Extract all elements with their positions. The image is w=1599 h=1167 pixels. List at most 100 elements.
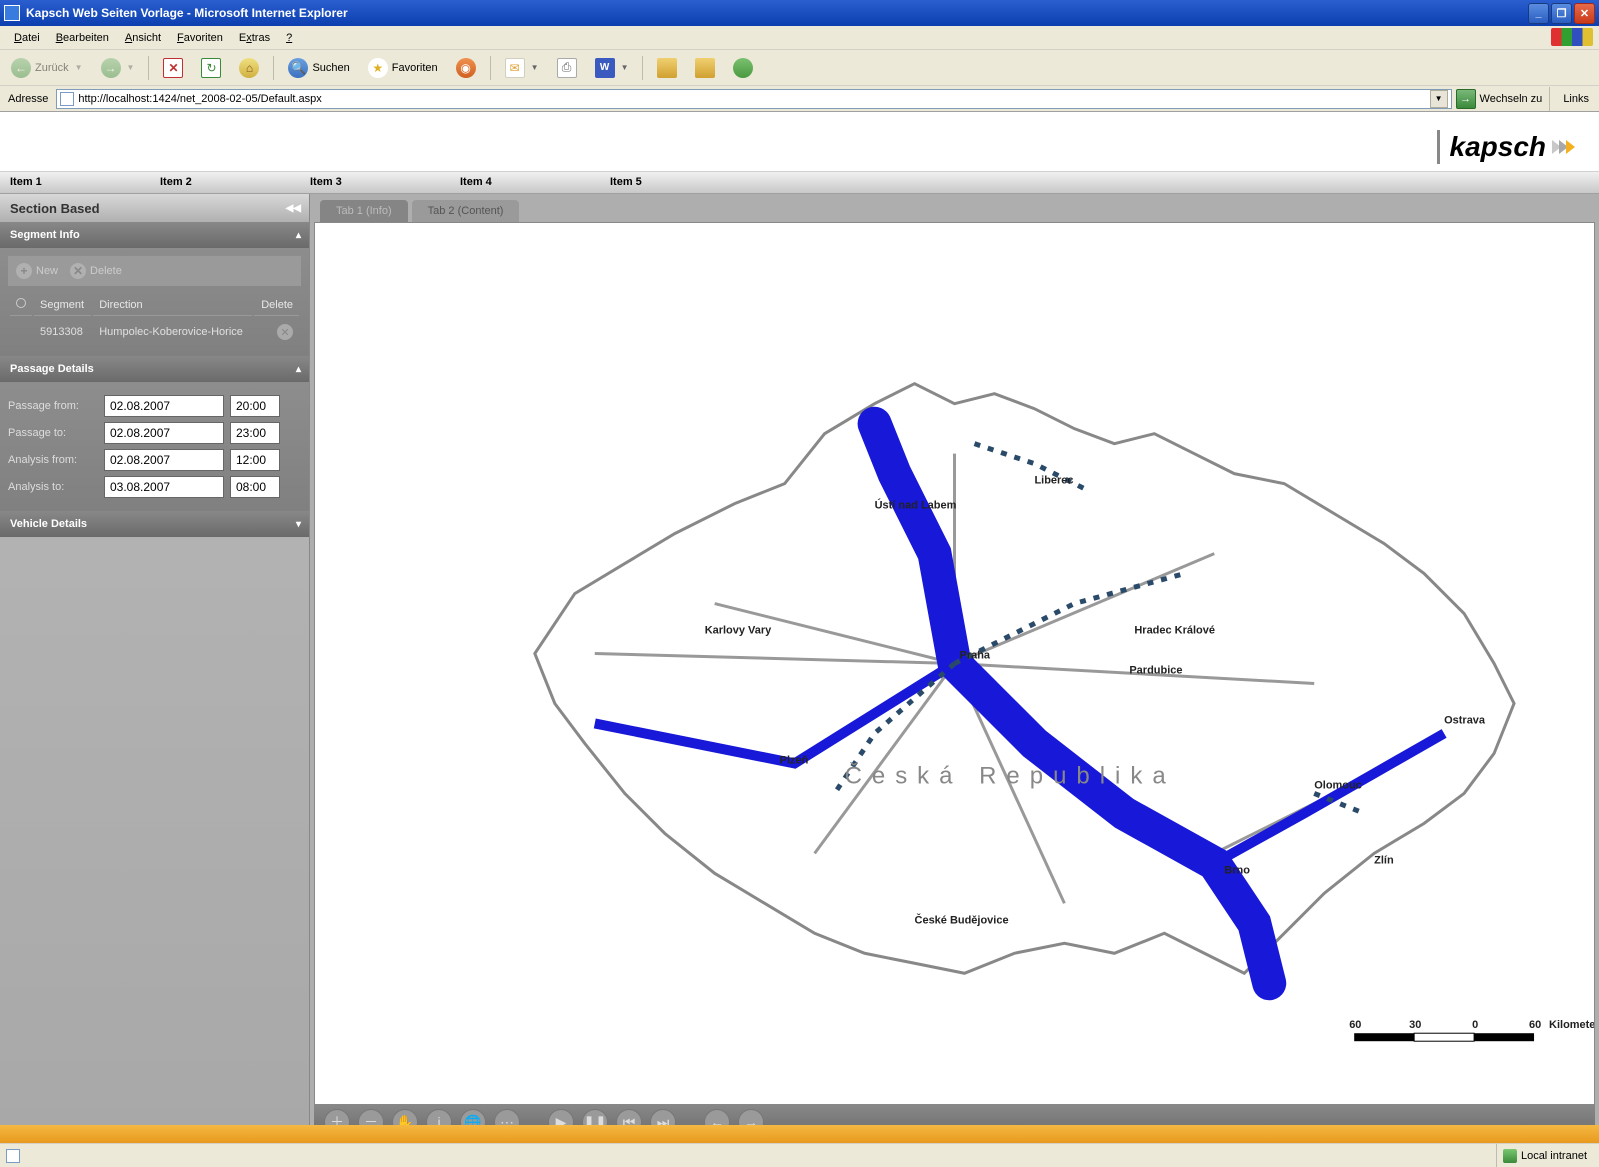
segment-info-header[interactable]: Segment Info ▴: [0, 222, 309, 248]
svg-text:Liberec: Liberec: [1034, 475, 1073, 487]
stop-button[interactable]: ✕: [156, 54, 190, 82]
svg-text:60: 60: [1349, 1019, 1361, 1031]
page-icon: [60, 92, 74, 106]
menu-ansicht[interactable]: Ansicht: [117, 29, 169, 47]
forward-button[interactable]: →▼: [94, 54, 142, 82]
forward-icon: →: [101, 58, 121, 78]
vehicle-details-panel: Vehicle Details ▾: [0, 511, 309, 537]
collapse-icon: ▴: [296, 230, 301, 241]
back-button[interactable]: ←Zurück▼: [4, 54, 90, 82]
svg-text:Pardubice: Pardubice: [1129, 664, 1182, 676]
nav-item-2[interactable]: Item 2: [150, 172, 300, 193]
table-row[interactable]: 5913308 Humpolec-Koberovice-Horice ✕: [10, 318, 299, 346]
svg-text:Ústí nad Labem: Ústí nad Labem: [875, 499, 957, 512]
menu-help[interactable]: ?: [278, 29, 300, 47]
status-bar: Local intranet: [0, 1143, 1599, 1167]
menu-bearbeiten[interactable]: Bearbeiten: [48, 29, 117, 47]
delete-row-button[interactable]: ✕: [277, 324, 293, 340]
address-label: Adresse: [4, 93, 52, 105]
refresh-icon: ↻: [201, 58, 221, 78]
folder-button[interactable]: [650, 54, 684, 82]
map-canvas[interactable]: Praha Brno Ostrava Plzeň Liberec Olomouc…: [314, 222, 1595, 1105]
time-input[interactable]: [230, 449, 280, 471]
nav-item-4[interactable]: Item 4: [450, 172, 600, 193]
stop-icon: ✕: [163, 58, 183, 78]
messenger-button[interactable]: [726, 54, 760, 82]
sidebar: Section Based ◀◀ Segment Info ▴ +New ✕De…: [0, 194, 310, 1143]
svg-text:Plzeň: Plzeň: [780, 754, 809, 766]
tab-1[interactable]: Tab 1 (Info): [320, 200, 408, 222]
page-header: kapsch: [0, 112, 1599, 172]
intranet-icon: [1503, 1149, 1517, 1163]
svg-text:Česká Republika: Česká Republika: [845, 761, 1176, 789]
radio-header: [16, 298, 26, 308]
delete-button[interactable]: ✕Delete: [70, 263, 122, 279]
content-area: Tab 1 (Info) Tab 2 (Content): [310, 194, 1599, 1143]
app-icon: [4, 5, 20, 21]
svg-text:Hradec Králové: Hradec Králové: [1134, 625, 1215, 637]
refresh-button[interactable]: ↻: [194, 54, 228, 82]
passage-details-panel: Passage Details ▴ Passage from: Passage t…: [0, 356, 309, 511]
time-input[interactable]: [230, 422, 280, 444]
collapse-icon: ▴: [296, 364, 301, 375]
address-input-wrap: ▼: [56, 89, 1451, 109]
address-bar: Adresse ▼ → Wechseln zu Links: [0, 86, 1599, 112]
menu-extras[interactable]: Extras: [231, 29, 278, 47]
passage-details-header[interactable]: Passage Details ▴: [0, 356, 309, 382]
expand-icon: ▾: [296, 519, 301, 530]
plus-icon: +: [16, 263, 32, 279]
back-icon: ←: [11, 58, 31, 78]
sidebar-title: Section Based ◀◀: [0, 194, 309, 222]
minimize-button[interactable]: _: [1528, 3, 1549, 24]
nav-item-1[interactable]: Item 1: [0, 172, 150, 193]
svg-text:0: 0: [1472, 1019, 1478, 1031]
toolbar: ←Zurück▼ →▼ ✕ ↻ ⌂ 🔍Suchen ★Favoriten ◉ ✉…: [0, 50, 1599, 86]
nav-item-5[interactable]: Item 5: [600, 172, 750, 193]
window-titlebar: Kapsch Web Seiten Vorlage - Microsoft In…: [0, 0, 1599, 26]
map-scale: 60 30 0 60 Kilometers: [1349, 1019, 1594, 1041]
vehicle-details-header[interactable]: Vehicle Details ▾: [0, 511, 309, 537]
new-button[interactable]: +New: [16, 263, 58, 279]
favorites-button[interactable]: ★Favoriten: [361, 54, 445, 82]
status-page-icon: [6, 1149, 20, 1163]
media-icon: ◉: [456, 58, 476, 78]
edit-button[interactable]: W▼: [588, 54, 636, 82]
print-button[interactable]: ⎙: [550, 54, 584, 82]
nav-item-3[interactable]: Item 3: [300, 172, 450, 193]
maximize-button[interactable]: ❐: [1551, 3, 1572, 24]
menu-bar: Datei Bearbeiten Ansicht Favoriten Extra…: [0, 26, 1599, 50]
svg-text:Kilometers: Kilometers: [1549, 1019, 1594, 1031]
date-input[interactable]: [104, 395, 224, 417]
folder2-button[interactable]: [688, 54, 722, 82]
close-button[interactable]: ✕: [1574, 3, 1595, 24]
mail-button[interactable]: ✉▼: [498, 54, 546, 82]
folder-gear-icon: [695, 58, 715, 78]
time-input[interactable]: [230, 395, 280, 417]
svg-text:30: 30: [1409, 1019, 1421, 1031]
menu-favoriten[interactable]: Favoriten: [169, 29, 231, 47]
svg-text:Ostrava: Ostrava: [1444, 714, 1486, 726]
form-row: Analysis to:: [8, 476, 301, 498]
page-content: kapsch Item 1 Item 2 Item 3 Item 4 Item …: [0, 112, 1599, 1143]
home-button[interactable]: ⌂: [232, 54, 266, 82]
address-dropdown[interactable]: ▼: [1430, 90, 1448, 108]
links-button[interactable]: Links: [1557, 93, 1595, 105]
search-icon: 🔍: [288, 58, 308, 78]
go-button[interactable]: →: [1456, 89, 1476, 109]
field-label: Passage to:: [8, 427, 98, 439]
date-input[interactable]: [104, 476, 224, 498]
collapse-sidebar-button[interactable]: ◀◀: [286, 203, 301, 214]
address-input[interactable]: [78, 93, 1429, 105]
date-input[interactable]: [104, 422, 224, 444]
segment-info-panel: Segment Info ▴ +New ✕Delete Segment Dire…: [0, 222, 309, 356]
search-button[interactable]: 🔍Suchen: [281, 54, 356, 82]
media-button[interactable]: ◉: [449, 54, 483, 82]
time-input[interactable]: [230, 476, 280, 498]
tab-2[interactable]: Tab 2 (Content): [412, 200, 520, 222]
map-svg: Praha Brno Ostrava Plzeň Liberec Olomouc…: [315, 223, 1594, 1104]
segment-table: Segment Direction Delete 5913308 Humpole…: [8, 292, 301, 348]
menu-datei[interactable]: Datei: [6, 29, 48, 47]
date-input[interactable]: [104, 449, 224, 471]
field-label: Passage from:: [8, 400, 98, 412]
logo-chevrons-icon: [1552, 140, 1573, 154]
